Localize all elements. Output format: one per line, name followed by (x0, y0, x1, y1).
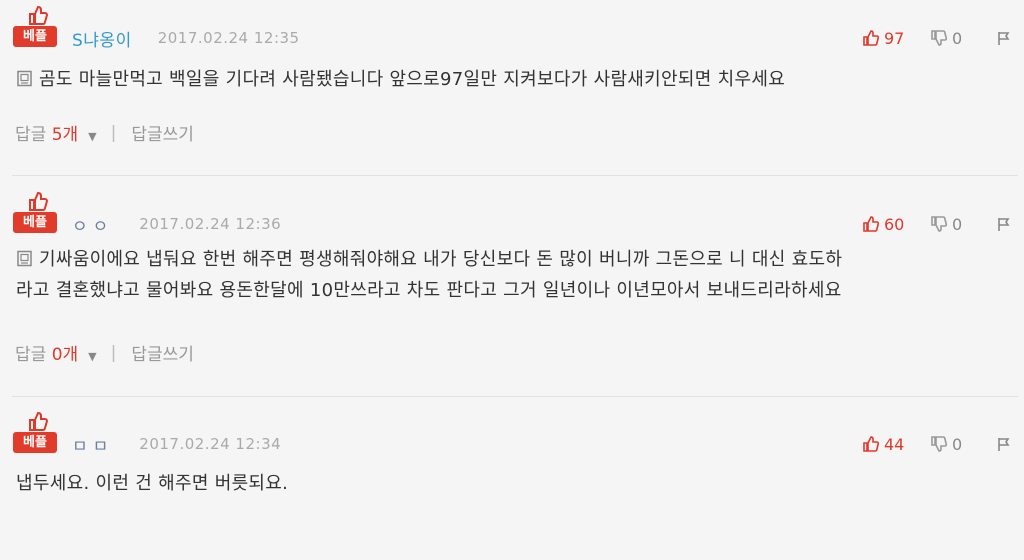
comment-text: 냅두세요. 이런 건 해주면 버릇되요. (16, 473, 289, 494)
comment-header: ㅁㅁ 2017.02.24 12:34 (72, 432, 282, 457)
username[interactable]: ㅇㅇ (72, 212, 113, 237)
upvote-icon[interactable] (862, 435, 880, 453)
best-comment-badge: 베플 (13, 410, 57, 454)
vote-controls: 97 0 (862, 28, 1012, 48)
downvote-count: 0 (952, 214, 963, 234)
chevron-down-icon[interactable]: ▼ (88, 130, 96, 143)
timestamp: 2017.02.24 12:35 (157, 29, 300, 47)
upvote-icon[interactable] (862, 29, 880, 47)
write-reply-link[interactable]: 답글쓰기 (131, 340, 194, 365)
comment-text: 기싸움이에요 냅둬요 한번 해주면 평생해줘야해요 내가 당신보다 돈 많이 버… (39, 249, 843, 270)
chevron-down-icon[interactable]: ▼ (88, 350, 96, 363)
best-label: 베플 (13, 212, 57, 233)
best-label: 베플 (13, 432, 57, 453)
downvote-icon[interactable] (930, 435, 948, 453)
thumbs-up-icon (26, 190, 49, 212)
comment-body: 곰도 마늘만먹고 백일을 기다려 사람됐습니다 앞으로97일만 지켜보다가 사람… (16, 64, 1016, 95)
mobile-icon (16, 246, 33, 267)
reply-count: 5개 (51, 125, 79, 145)
upvote-count: 60 (884, 214, 905, 234)
report-icon[interactable] (996, 216, 1012, 232)
downvote-icon[interactable] (930, 215, 948, 233)
separator: | (110, 342, 117, 363)
comment-header: S냐옹이 2017.02.24 12:35 (72, 26, 300, 51)
comment-header: ㅇㅇ 2017.02.24 12:36 (72, 212, 282, 237)
reply-toggle[interactable]: 답글 0개 ▼ (15, 340, 97, 365)
report-icon[interactable] (996, 30, 1012, 46)
thumbs-up-icon (26, 410, 49, 432)
reply-count: 0개 (51, 345, 79, 365)
reply-bar: 답글 5개 ▼ | 답글쓰기 (15, 120, 194, 146)
upvote-count: 44 (884, 434, 905, 454)
best-label: 베플 (13, 26, 57, 47)
comment-body: 기싸움이에요 냅둬요 한번 해주면 평생해줘야해요 내가 당신보다 돈 많이 버… (16, 244, 1016, 306)
divider (12, 175, 1018, 176)
write-reply-link[interactable]: 답글쓰기 (131, 120, 194, 145)
reply-toggle[interactable]: 답글 5개 ▼ (15, 120, 97, 145)
comment-line: 기싸움이에요 냅둬요 한번 해주면 평생해줘야해요 내가 당신보다 돈 많이 버… (16, 244, 1016, 275)
divider (12, 396, 1018, 397)
comment-text: 곰도 마늘만먹고 백일을 기다려 사람됐습니다 앞으로97일만 지켜보다가 사람… (39, 69, 786, 90)
vote-controls: 44 0 (862, 434, 1012, 454)
timestamp: 2017.02.24 12:36 (139, 215, 282, 233)
username[interactable]: ㅁㅁ (72, 432, 113, 457)
comment-item: 베플 S냐옹이 2017.02.24 12:35 97 0 곰도 마늘만먹고 백… (0, 0, 1024, 220)
upvote-count: 97 (884, 28, 905, 48)
timestamp: 2017.02.24 12:34 (139, 435, 282, 453)
reply-label: 답글 (15, 125, 52, 145)
username[interactable]: S냐옹이 (72, 26, 132, 51)
report-icon[interactable] (996, 436, 1012, 452)
upvote-icon[interactable] (862, 215, 880, 233)
downvote-count: 0 (952, 434, 963, 454)
thumbs-up-icon (26, 4, 49, 26)
reply-label: 답글 (15, 345, 52, 365)
mobile-icon (16, 66, 33, 87)
vote-controls: 60 0 (862, 214, 1012, 234)
downvote-count: 0 (952, 28, 963, 48)
comment-list: 베플 S냐옹이 2017.02.24 12:35 97 0 곰도 마늘만먹고 백… (0, 0, 1024, 560)
comment-item: 베플 ㅁㅁ 2017.02.24 12:34 44 0 냅두세요. 이런 건 해… (0, 396, 1024, 560)
comment-item: 베플 ㅇㅇ 2017.02.24 12:36 60 0 기싸움이에요 냅둬요 한… (0, 175, 1024, 440)
reply-bar: 답글 0개 ▼ | 답글쓰기 (15, 340, 194, 366)
best-comment-badge: 베플 (13, 4, 57, 48)
comment-body: 냅두세요. 이런 건 해주면 버릇되요. (16, 468, 1016, 499)
best-comment-badge: 베플 (13, 190, 57, 234)
separator: | (110, 122, 117, 143)
comment-line: 라고 결혼했냐고 물어봐요 용돈한달에 10만쓰라고 차도 판다고 그거 일년이… (16, 280, 842, 301)
downvote-icon[interactable] (930, 29, 948, 47)
